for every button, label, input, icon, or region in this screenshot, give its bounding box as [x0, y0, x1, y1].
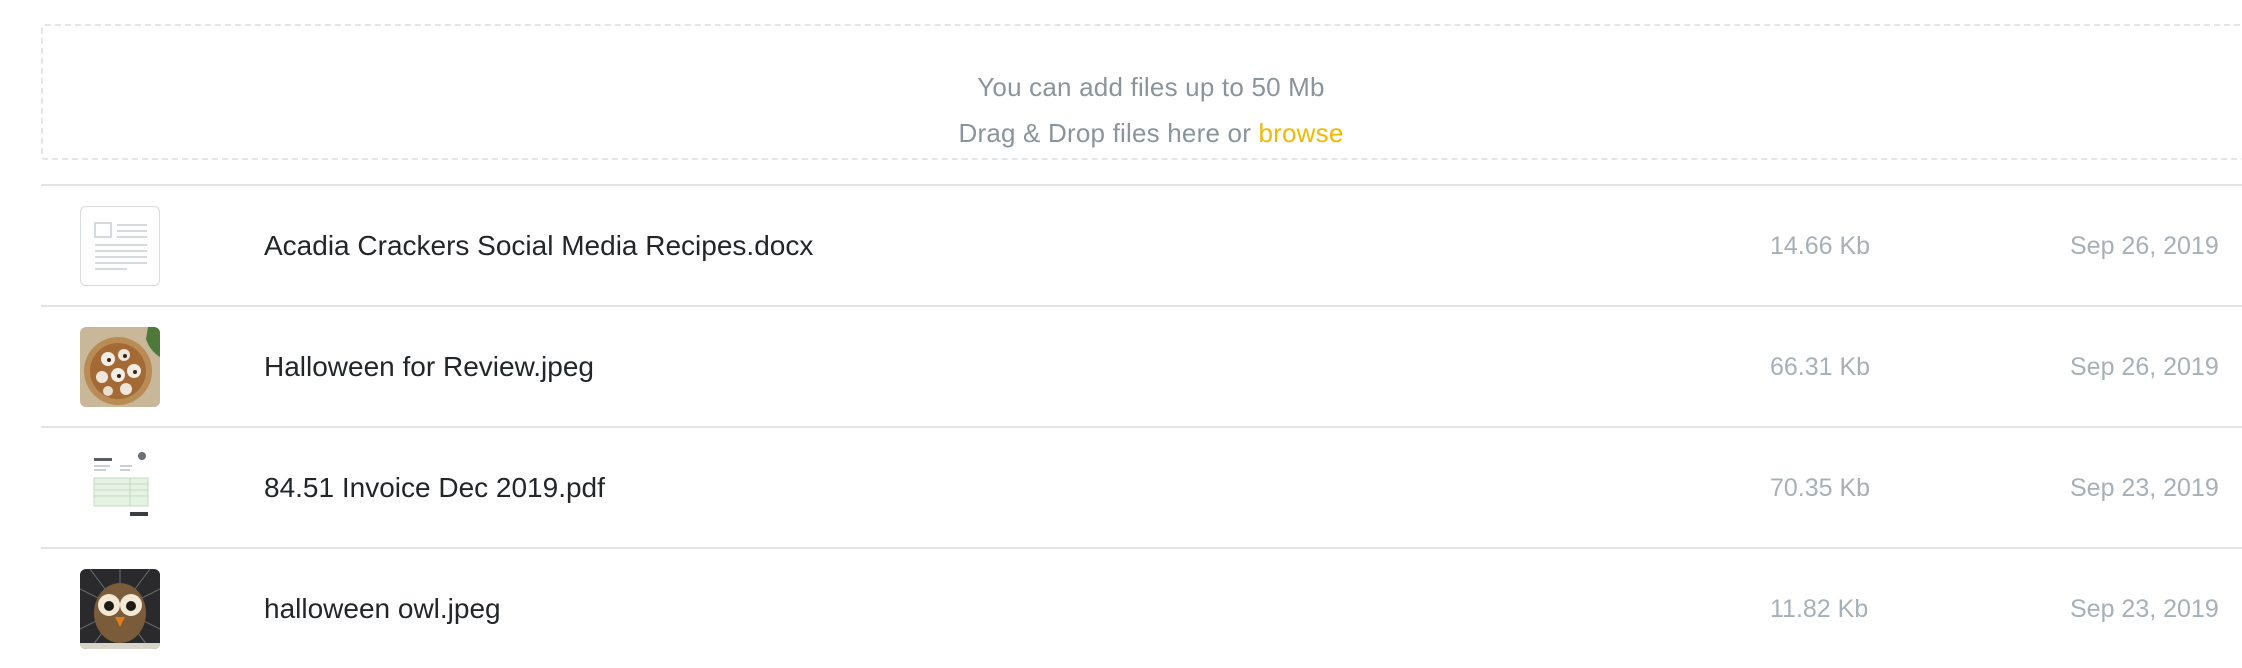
- file-list: Acadia Crackers Social Media Recipes.doc…: [41, 184, 2242, 668]
- file-name: halloween owl.jpeg: [264, 593, 501, 624]
- drag-drop-instructions: Drag & Drop files here or browse: [43, 118, 2242, 149]
- image-thumbnail: [80, 569, 160, 649]
- file-name: 84.51 Invoice Dec 2019.pdf: [264, 472, 605, 503]
- file-date: Sep 26, 2019: [2070, 353, 2219, 381]
- invoice-thumbnail: [80, 448, 160, 528]
- drag-drop-text: Drag & Drop files here or: [958, 118, 1259, 148]
- file-name: Halloween for Review.jpeg: [264, 351, 594, 382]
- image-thumbnail: [80, 327, 160, 407]
- file-row[interactable]: 84.51 Invoice Dec 2019.pdf 70.35 Kb Sep …: [41, 426, 2242, 547]
- file-size: 70.35 Kb: [1770, 474, 1871, 502]
- file-size: 14.66 Kb: [1770, 232, 1871, 260]
- file-size: 11.82 Kb: [1770, 595, 1869, 623]
- upload-limit-text: You can add files up to 50 Mb: [977, 72, 1325, 102]
- file-row[interactable]: halloween owl.jpeg 11.82 Kb Sep 23, 2019: [41, 547, 2242, 668]
- browse-link[interactable]: browse: [1258, 118, 1343, 148]
- file-row[interactable]: Acadia Crackers Social Media Recipes.doc…: [41, 184, 2242, 305]
- file-date: Sep 23, 2019: [2070, 595, 2219, 623]
- file-row[interactable]: Halloween for Review.jpeg 66.31 Kb Sep 2…: [41, 305, 2242, 426]
- file-name: Acadia Crackers Social Media Recipes.doc…: [264, 230, 814, 261]
- file-date: Sep 26, 2019: [2070, 232, 2219, 260]
- file-dropzone[interactable]: You can add files up to 50 Mb Drag & Dro…: [41, 24, 2242, 160]
- file-size: 66.31 Kb: [1770, 353, 1871, 381]
- file-date: Sep 23, 2019: [2070, 474, 2219, 502]
- document-icon: [80, 206, 160, 286]
